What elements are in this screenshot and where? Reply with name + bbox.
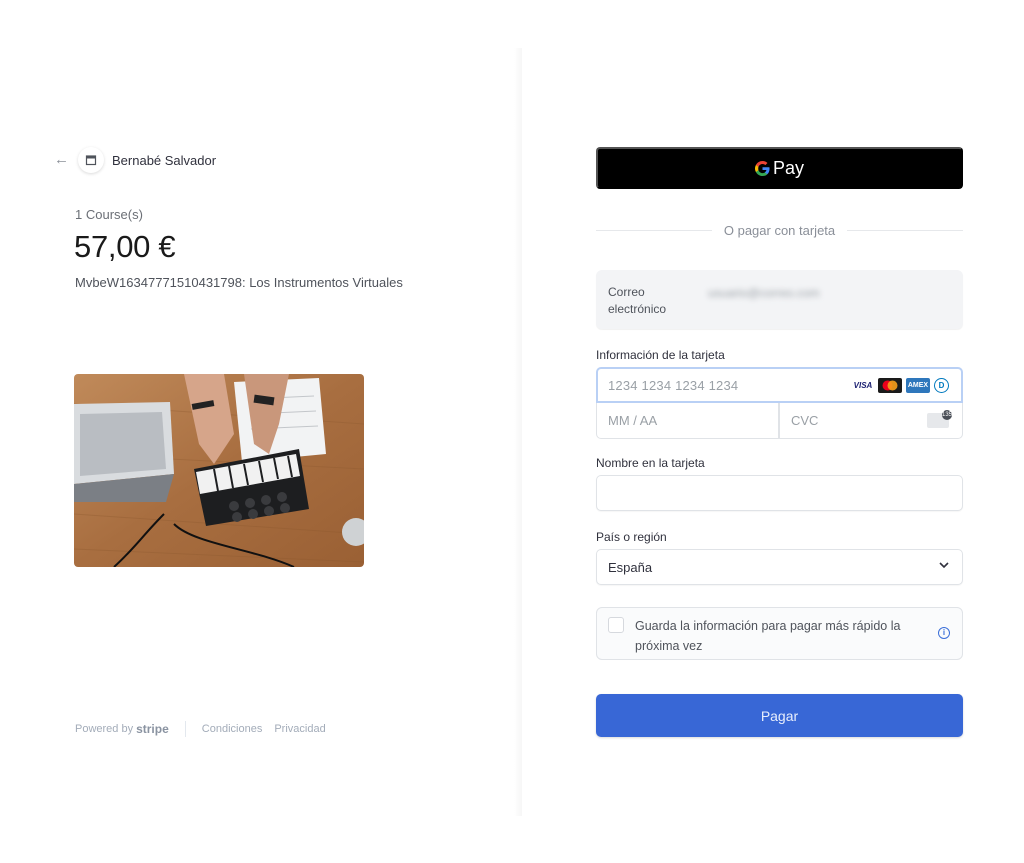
cvc-input[interactable]: CVC 135: [779, 403, 963, 439]
product-description: MvbeW16347771510431798: Los Instrumentos…: [75, 275, 403, 290]
card-info-label: Información de la tarjeta: [596, 348, 725, 362]
country-value: España: [608, 560, 653, 575]
or-divider: O pagar con tarjeta: [596, 220, 964, 240]
header-row: ← Bernabé Salvador: [54, 146, 216, 174]
mastercard-icon: [878, 378, 902, 393]
save-info-box: Guarda la información para pagar más ráp…: [596, 607, 963, 660]
google-pay-button[interactable]: Pay: [596, 147, 963, 189]
order-summary-panel: ← Bernabé Salvador 1 Course(s) 57,00 € M…: [0, 0, 519, 863]
visa-icon: VISA: [853, 381, 873, 390]
terms-link[interactable]: Condiciones: [202, 723, 263, 735]
info-icon[interactable]: i: [938, 627, 950, 639]
or-text: O pagar con tarjeta: [723, 222, 836, 238]
email-field[interactable]: Correo electrónico usuario@correo.com: [596, 270, 963, 329]
save-info-checkbox[interactable]: [608, 617, 624, 633]
email-label: Correo electrónico: [608, 285, 667, 316]
cardholder-name-input[interactable]: [596, 475, 963, 511]
card-number-placeholder: 1234 1234 1234 1234: [608, 378, 739, 393]
footer: Powered by stripe Condiciones Privacidad: [75, 721, 338, 737]
google-pay-label: Pay: [772, 157, 805, 178]
card-brands: VISA AMEX D: [848, 378, 949, 393]
google-g-icon: [754, 158, 770, 179]
footer-divider: [184, 721, 186, 737]
card-number-input[interactable]: 1234 1234 1234 1234 VISA AMEX D: [596, 367, 963, 403]
stripe-logo[interactable]: stripe: [136, 722, 169, 736]
merchant-name: Bernabé Salvador: [112, 152, 217, 168]
diners-icon: D: [934, 378, 949, 393]
divider-line: [596, 229, 712, 231]
chevron-down-icon: [938, 558, 950, 574]
cardholder-name-label: Nombre en la tarjeta: [596, 456, 705, 470]
total-price: 57,00 €: [74, 229, 176, 264]
country-select[interactable]: España: [596, 549, 963, 585]
privacy-link[interactable]: Privacidad: [274, 723, 325, 735]
product-quantity: 1 Course(s): [75, 207, 143, 222]
store-icon: [78, 147, 104, 173]
card-info-group: 1234 1234 1234 1234 VISA AMEX D MM / AA …: [596, 367, 963, 439]
country-label: País o región: [596, 530, 667, 544]
pay-button[interactable]: Pagar: [596, 694, 963, 737]
expiry-placeholder: MM / AA: [608, 413, 658, 428]
save-info-text: Guarda la información para pagar más ráp…: [635, 619, 901, 653]
amex-icon: AMEX: [906, 378, 930, 393]
cvc-card-icon: 135: [927, 410, 952, 428]
product-image: [74, 374, 364, 567]
arrow-left-icon[interactable]: ←: [54, 152, 69, 167]
powered-by-label: Powered by: [75, 723, 134, 735]
divider-line: [847, 229, 964, 231]
panel-divider: [514, 48, 522, 816]
expiry-input[interactable]: MM / AA: [596, 403, 779, 439]
email-value: usuario@correo.com: [708, 286, 820, 300]
cvc-placeholder: CVC: [791, 413, 819, 428]
